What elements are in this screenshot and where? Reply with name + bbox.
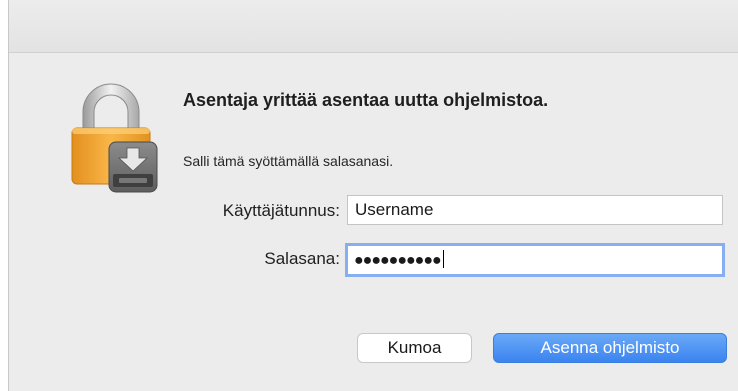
- dialog-message: Salli tämä syöttämällä salasanasi.: [183, 153, 394, 169]
- username-value: Username: [355, 200, 434, 219]
- text-cursor: [442, 250, 444, 268]
- password-label: Salasana:: [264, 249, 340, 268]
- cancel-button[interactable]: Kumoa: [357, 333, 472, 363]
- username-field[interactable]: Username: [347, 195, 723, 225]
- installer-auth-dialog: Asentaja yrittää asentaa uutta ohjelmist…: [8, 0, 738, 391]
- lock-installer-icon: [71, 83, 158, 193]
- username-label: Käyttäjätunnus:: [222, 201, 340, 220]
- install-software-button[interactable]: Asenna ohjelmisto: [493, 333, 727, 363]
- title-bar: [9, 0, 738, 53]
- install-disk-badge: [108, 141, 158, 193]
- password-field[interactable]: ●●●●●●●●●●: [345, 243, 725, 277]
- dialog-title: Asentaja yrittää asentaa uutta ohjelmist…: [183, 90, 549, 110]
- password-value: ●●●●●●●●●●: [354, 252, 442, 269]
